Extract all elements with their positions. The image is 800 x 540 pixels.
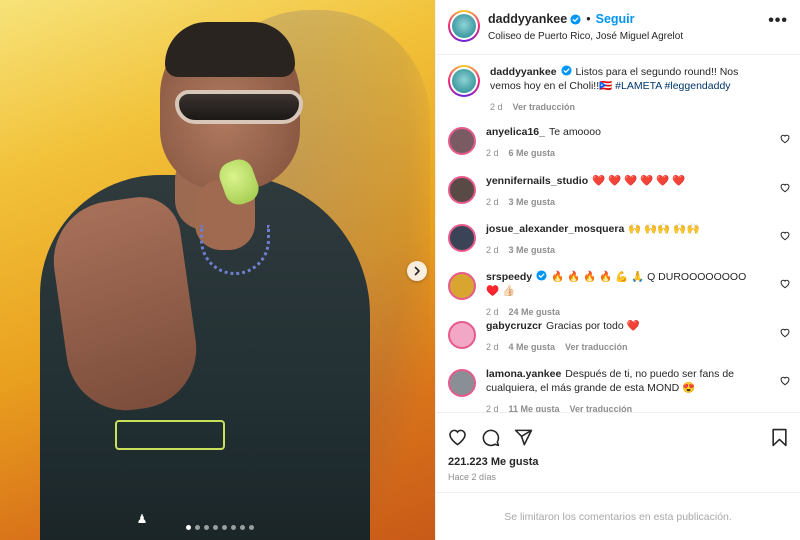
comment-likes[interactable]: 11 Me gusta bbox=[509, 404, 560, 412]
vest-pocket bbox=[115, 420, 225, 450]
carousel-dot bbox=[213, 525, 218, 530]
action-bar bbox=[436, 412, 800, 452]
bookmark-icon[interactable] bbox=[771, 428, 788, 447]
carousel-next-button[interactable] bbox=[407, 261, 427, 281]
commenter-username[interactable]: anyelica16_ bbox=[486, 126, 545, 138]
comment-like-heart-icon[interactable] bbox=[780, 134, 790, 144]
commenter-username[interactable]: lamona.yankee bbox=[486, 368, 561, 380]
comment-age: 2 d bbox=[486, 197, 499, 207]
commenter-username[interactable]: gabycruzcr bbox=[486, 320, 542, 332]
comment-likes[interactable]: 24 Me gusta bbox=[509, 307, 561, 317]
instagram-post: ♟ daddyyankee • Seguir Coliseo de Puerto… bbox=[0, 0, 800, 540]
carousel-dots bbox=[186, 525, 254, 530]
carousel-dot bbox=[249, 525, 254, 530]
comments-list: daddyyankee Listos para el segundo round… bbox=[436, 55, 800, 412]
heart-outline-icon[interactable] bbox=[448, 428, 467, 447]
commenter-username[interactable]: josue_alexander_mosquera bbox=[486, 223, 624, 235]
performer-hair bbox=[165, 22, 295, 77]
verified-badge-icon bbox=[536, 270, 547, 281]
comment-row: yennifernails_studio ❤️ ❤️ ❤️ ❤️ ❤️ ❤️ 2 d… bbox=[448, 174, 790, 222]
comment-icon[interactable] bbox=[481, 428, 500, 447]
comment-row: josue_alexander_mosquera 🙌 🙌🙌 🙌🙌 2 d 3 Me g… bbox=[448, 222, 790, 270]
commenter-avatar[interactable] bbox=[448, 369, 476, 397]
caption-translate-link[interactable]: Ver traducción bbox=[513, 102, 576, 112]
comment-like-heart-icon[interactable] bbox=[780, 376, 790, 386]
comment-row: lamona.yankee Después de ti, no puedo ser… bbox=[448, 367, 790, 412]
account-avatar[interactable] bbox=[448, 10, 480, 42]
carousel-dot bbox=[204, 525, 209, 530]
carousel-dot bbox=[240, 525, 245, 530]
comment-like-heart-icon[interactable] bbox=[780, 183, 790, 193]
post-caption: daddyyankee Listos para el segundo round… bbox=[448, 65, 788, 125]
comment-translate-link[interactable]: Ver traducción bbox=[570, 404, 633, 412]
commenter-avatar[interactable] bbox=[448, 127, 476, 155]
comment-likes[interactable]: 4 Me gusta bbox=[509, 342, 556, 352]
comment-row: srspeedy 🔥 🔥 🔥 🔥 💪 🙏 Q DUROOOOOOOO ♥️ 👍🏻 2… bbox=[448, 270, 790, 319]
comment-text: 🙌 🙌🙌 🙌🙌 bbox=[628, 223, 700, 235]
comment-age: 2 d bbox=[486, 342, 499, 352]
comment-age: 2 d bbox=[486, 307, 499, 317]
commenter-avatar[interactable] bbox=[448, 272, 476, 300]
comment-likes[interactable]: 3 Me gusta bbox=[509, 245, 556, 255]
comment-row: anyelica16_ Te amoooo 2 d 6 Me gusta bbox=[448, 125, 790, 174]
comment-like-heart-icon[interactable] bbox=[780, 328, 790, 338]
follow-button[interactable]: Seguir bbox=[596, 12, 635, 26]
post-media[interactable]: ♟ bbox=[0, 0, 435, 540]
commenter-username[interactable]: srspeedy bbox=[486, 271, 532, 283]
post-header: daddyyankee • Seguir Coliseo de Puerto R… bbox=[436, 0, 800, 55]
comment-text: Gracias por todo ❤️ bbox=[546, 320, 640, 332]
comments-limited-notice: Se limitaron los comentarios en esta pub… bbox=[436, 492, 800, 540]
comment-text: Te amoooo bbox=[548, 126, 601, 138]
commenter-username[interactable]: yennifernails_studio bbox=[486, 175, 588, 187]
comment-age: 2 d bbox=[486, 148, 499, 158]
comment-likes[interactable]: 3 Me gusta bbox=[509, 197, 556, 207]
comment-text: ❤️ ❤️ ❤️ ❤️ ❤️ ❤️ bbox=[592, 175, 686, 187]
verified-badge-icon bbox=[561, 65, 572, 76]
carousel-dot bbox=[231, 525, 236, 530]
send-icon[interactable] bbox=[514, 428, 533, 447]
post-time: Hace 2 días bbox=[448, 472, 497, 482]
carousel-dot bbox=[222, 525, 227, 530]
post-location[interactable]: Coliseo de Puerto Rico, José Miguel Agre… bbox=[488, 31, 768, 42]
comment-row: gabycruzcr Gracias por todo ❤️ 2 d 4 Me gus… bbox=[448, 319, 790, 367]
comment-age: 2 d bbox=[486, 245, 499, 255]
header-separator: • bbox=[586, 12, 591, 26]
post-side-panel: daddyyankee • Seguir Coliseo de Puerto R… bbox=[435, 0, 800, 540]
caption-hashtags[interactable]: #LAMETA #leggendaddy bbox=[615, 80, 730, 92]
comment-likes[interactable]: 6 Me gusta bbox=[509, 148, 556, 158]
account-username[interactable]: daddyyankee bbox=[488, 12, 567, 26]
more-options-button[interactable]: ••• bbox=[768, 12, 788, 30]
commenter-avatar[interactable] bbox=[448, 321, 476, 349]
chevron-right-icon bbox=[414, 266, 420, 276]
commenter-avatar[interactable] bbox=[448, 224, 476, 252]
verified-badge-icon bbox=[570, 13, 581, 25]
comment-translate-link[interactable]: Ver traducción bbox=[565, 342, 628, 352]
performer-sunglasses bbox=[175, 90, 303, 124]
caption-username[interactable]: daddyyankee bbox=[490, 66, 557, 78]
carousel-dot bbox=[195, 525, 200, 530]
comment-like-heart-icon[interactable] bbox=[780, 279, 790, 289]
tagged-person-icon[interactable]: ♟ bbox=[135, 512, 149, 526]
commenter-avatar[interactable] bbox=[448, 176, 476, 204]
comment-like-heart-icon[interactable] bbox=[780, 231, 790, 241]
comment-age: 2 d bbox=[486, 404, 499, 412]
carousel-dot bbox=[186, 525, 191, 530]
caption-age: 2 d bbox=[490, 102, 503, 112]
caption-avatar[interactable] bbox=[448, 65, 480, 97]
more-horizontal-icon: ••• bbox=[768, 12, 788, 29]
likes-count[interactable]: 221.223 Me gusta bbox=[436, 456, 800, 468]
